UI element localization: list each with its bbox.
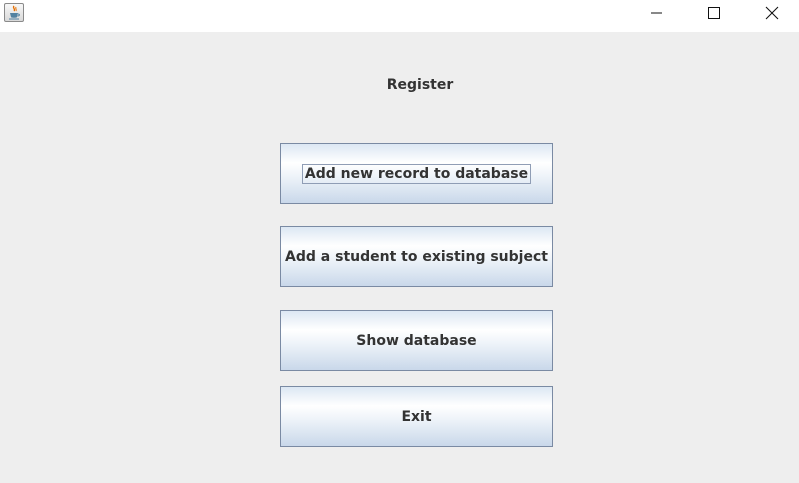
show-database-button[interactable]: Show database (280, 310, 553, 371)
button-label: Show database (356, 332, 477, 349)
maximize-icon (708, 7, 720, 19)
maximize-button[interactable] (691, 0, 737, 26)
app-window: Register Add new record to database Add … (0, 0, 799, 483)
page-title: Register (386, 77, 454, 93)
button-label: Add new record to database (301, 163, 532, 184)
close-button[interactable] (749, 0, 795, 26)
main-panel: Register Add new record to database Add … (0, 32, 799, 483)
button-label: Add a student to existing subject (285, 248, 548, 265)
java-cup-icon[interactable] (4, 3, 24, 22)
minimize-button[interactable] (634, 0, 680, 26)
close-icon (765, 6, 779, 20)
exit-button[interactable]: Exit (280, 386, 553, 447)
add-student-to-subject-button[interactable]: Add a student to existing subject (280, 226, 553, 287)
button-label: Exit (401, 408, 432, 425)
title-bar[interactable] (0, 0, 799, 32)
add-new-record-button[interactable]: Add new record to database (280, 143, 553, 204)
minimize-icon (651, 12, 662, 14)
